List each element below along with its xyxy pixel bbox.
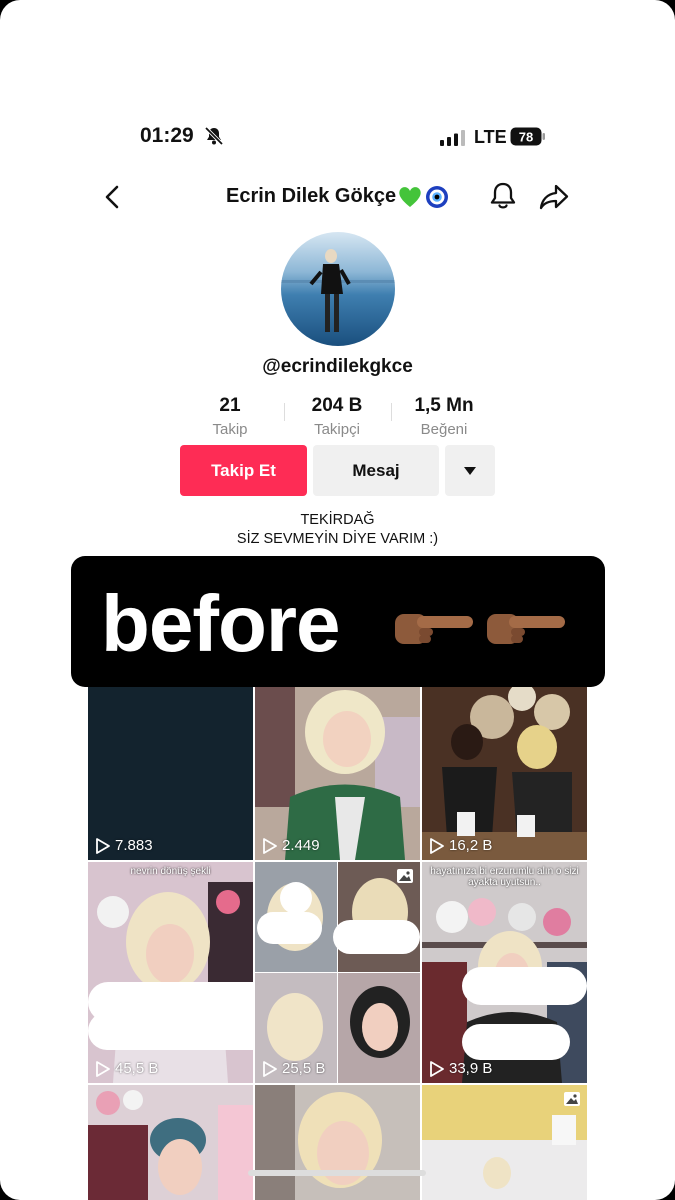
profile-handle: @ecrindilekgkce (262, 356, 413, 377)
battery-icon: 78 (510, 127, 545, 146)
profile-title: Ecrin Dilek Gökçe (226, 185, 397, 207)
view-count-value: 7.883 (115, 837, 153, 854)
thumbnail-image (255, 1085, 420, 1200)
likes-label: Beğeni (420, 421, 468, 438)
photo-post-icon (564, 1092, 580, 1106)
redaction-mark (257, 912, 322, 944)
video-thumbnail[interactable] (88, 1085, 253, 1200)
play-icon (96, 837, 110, 854)
view-count-value: 45,5 B (115, 1060, 159, 1077)
redaction-mark (88, 1012, 253, 1050)
play-icon (430, 1060, 444, 1077)
bio-line: TEKİRDAĞ (300, 512, 375, 528)
back-chevron-icon[interactable] (100, 184, 126, 210)
thumbnail-image (88, 1085, 253, 1200)
view-count-value: 2.449 (282, 837, 320, 854)
video-thumbnail[interactable]: 2.449 (255, 687, 420, 860)
signal-icon (440, 130, 465, 146)
followers-label: Takipçi (314, 421, 360, 438)
view-count-value: 16,2 B (449, 837, 493, 854)
before-banner: before (71, 556, 605, 687)
likes-stat[interactable]: 1,5 Mn Beğeni (389, 395, 499, 438)
video-thumbnail[interactable]: 25,5 B (255, 862, 420, 1083)
following-label: Takip (212, 421, 248, 438)
following-stat[interactable]: 21 Takip (175, 395, 285, 438)
banner-text: before (101, 579, 340, 668)
view-count-value: 33,9 B (449, 1060, 493, 1077)
play-icon (263, 837, 277, 854)
followers-stat[interactable]: 204 B Takipçi (282, 395, 392, 438)
video-thumbnail[interactable]: hayatınıza bi erzurumlu alın o sizi ayak… (422, 862, 587, 1083)
message-button[interactable]: Mesaj (313, 445, 439, 496)
redaction-mark (280, 882, 312, 914)
share-arrow-icon[interactable] (538, 182, 570, 212)
more-options-button[interactable] (445, 445, 495, 496)
video-thumbnail[interactable]: 7.883 (88, 687, 253, 860)
pointing-right-emoji (395, 614, 473, 644)
view-count: 2.449 (263, 837, 320, 854)
bio-line: SİZ SEVMEYİN DİYE VARIM :) (236, 531, 439, 547)
play-icon (96, 1060, 110, 1077)
view-count: 33,9 B (430, 1060, 492, 1077)
status-time: 01:29 (140, 124, 194, 147)
photo-post-icon (397, 869, 413, 883)
video-thumbnail[interactable] (255, 1085, 420, 1200)
redaction-mark (333, 920, 420, 954)
profile-avatar[interactable] (281, 232, 395, 346)
video-caption: hayatınıza bi erzurumlu alın o sizi ayak… (430, 866, 579, 888)
thumbnail-image (422, 687, 587, 860)
caret-down-icon (464, 466, 476, 475)
green-heart-evil-eye-emoji (399, 186, 448, 208)
followers-count: 204 B (311, 395, 363, 416)
follow-button[interactable]: Takip Et (180, 445, 307, 496)
view-count: 45,5 B (96, 1060, 158, 1077)
redaction-mark (462, 1024, 570, 1060)
view-count: 16,2 B (430, 837, 492, 854)
view-count: 25,5 B (263, 1060, 325, 1077)
thumbnail-image (255, 687, 420, 860)
likes-count: 1,5 Mn (414, 395, 474, 416)
video-thumbnail[interactable]: nevrin dönüş şekli 45,5 B (88, 862, 253, 1083)
battery-level: 78 (519, 130, 533, 145)
play-icon (430, 837, 444, 854)
pointing-right-emoji (487, 614, 565, 644)
play-icon (263, 1060, 277, 1077)
home-indicator[interactable] (248, 1170, 426, 1176)
video-thumbnail[interactable] (422, 1085, 587, 1200)
video-thumbnail[interactable]: 16,2 B (422, 687, 587, 860)
notification-bell-icon[interactable] (489, 181, 517, 211)
bell-off-icon (204, 126, 224, 146)
following-count: 21 (219, 395, 241, 416)
network-type: LTE (474, 127, 507, 147)
redaction-mark (462, 967, 587, 1005)
video-caption: nevrin dönüş şekli (130, 866, 211, 877)
view-count: 7.883 (96, 837, 153, 854)
profile-screen: 01:29 LTE 78 Ecrin Dilek Gökçe @ecrindil… (0, 0, 675, 1200)
view-count-value: 25,5 B (282, 1060, 326, 1077)
